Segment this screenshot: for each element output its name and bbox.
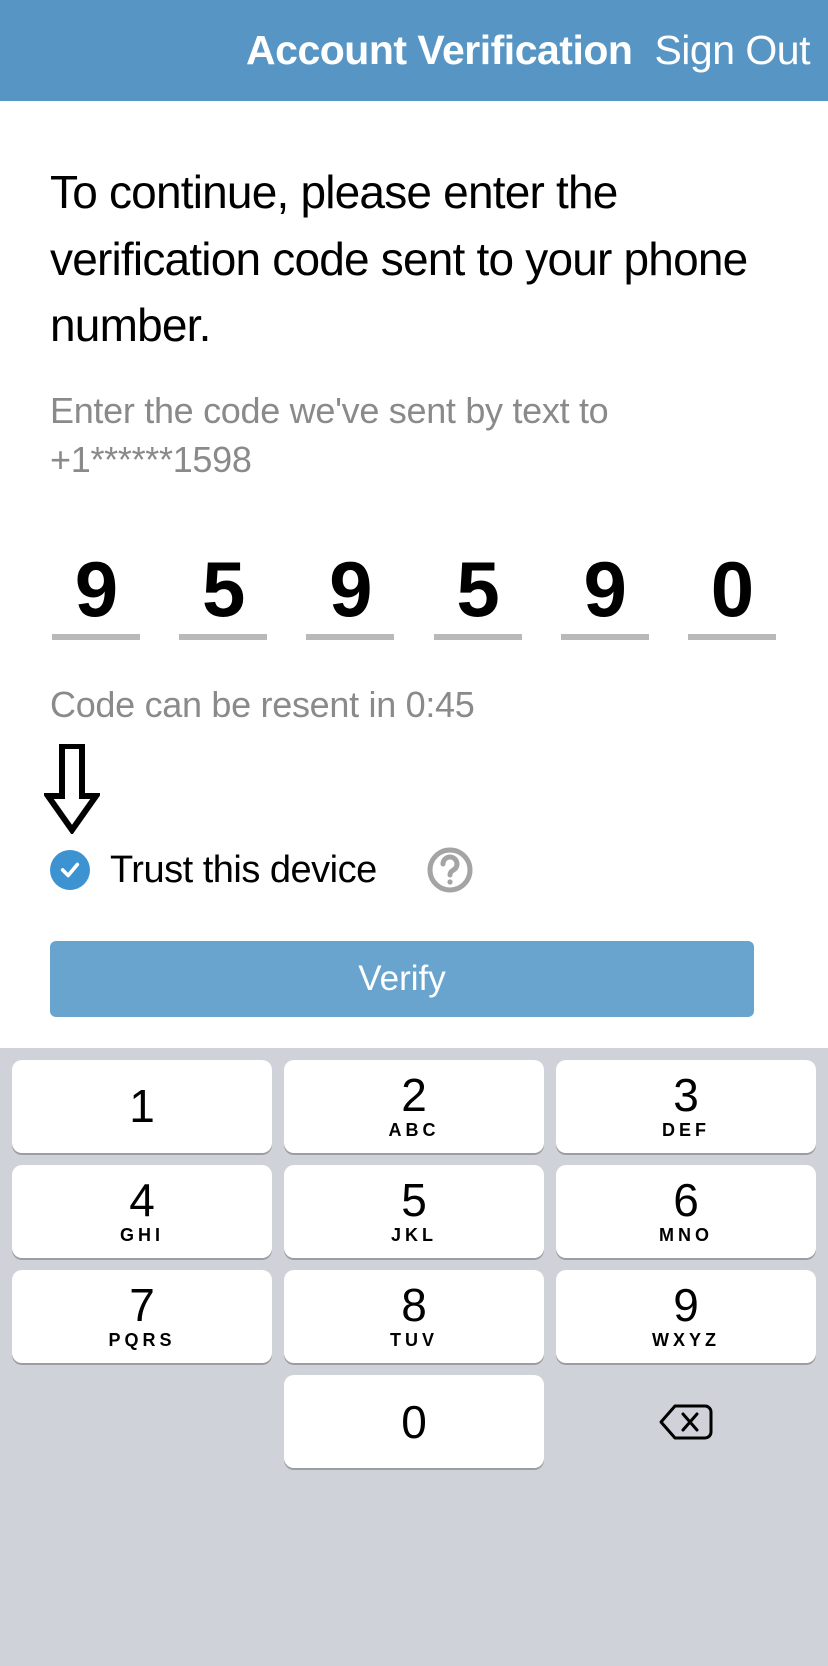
code-input-row: 9 5 9 5 9 0 bbox=[50, 550, 778, 640]
page-title: Account Verification bbox=[246, 27, 632, 74]
keypad-key-0[interactable]: 0 bbox=[284, 1375, 544, 1468]
sent-to-text: Enter the code we've sent by text to +1*… bbox=[50, 387, 778, 484]
trust-device-label: Trust this device bbox=[110, 849, 377, 892]
backspace-icon bbox=[659, 1402, 713, 1442]
keypad-key-7[interactable]: 7 PQRS bbox=[12, 1270, 272, 1363]
keypad-blank bbox=[12, 1375, 272, 1468]
trust-device-row: Trust this device bbox=[50, 847, 778, 893]
code-digit-6[interactable]: 0 bbox=[688, 550, 776, 640]
arrow-down-icon bbox=[44, 744, 778, 839]
keypad-backspace[interactable] bbox=[556, 1375, 816, 1468]
keypad-key-3[interactable]: 3 DEF bbox=[556, 1060, 816, 1153]
verify-button-label: Verify bbox=[358, 959, 446, 999]
trust-device-checkbox[interactable] bbox=[50, 850, 90, 890]
numeric-keypad: 1 2 ABC 3 DEF 4 GHI 5 JKL 6 MNO 7 PQRS 8 bbox=[0, 1048, 828, 1666]
keypad-key-8[interactable]: 8 TUV bbox=[284, 1270, 544, 1363]
code-digit-3[interactable]: 9 bbox=[306, 550, 394, 640]
verify-button[interactable]: Verify bbox=[50, 941, 754, 1017]
checkmark-icon bbox=[59, 859, 81, 881]
keypad-key-6[interactable]: 6 MNO bbox=[556, 1165, 816, 1258]
resend-timer-text: Code can be resent in 0:45 bbox=[50, 684, 778, 726]
help-icon[interactable] bbox=[427, 847, 473, 893]
sign-out-link[interactable]: Sign Out bbox=[654, 27, 810, 74]
code-digit-2[interactable]: 5 bbox=[179, 550, 267, 640]
main-content: To continue, please enter the verificati… bbox=[0, 101, 828, 1017]
keypad-key-5[interactable]: 5 JKL bbox=[284, 1165, 544, 1258]
code-digit-5[interactable]: 9 bbox=[561, 550, 649, 640]
header-bar: Account Verification Sign Out bbox=[0, 0, 828, 101]
instruction-text: To continue, please enter the verificati… bbox=[50, 159, 778, 359]
keypad-key-1[interactable]: 1 bbox=[12, 1060, 272, 1153]
keypad-key-9[interactable]: 9 WXYZ bbox=[556, 1270, 816, 1363]
keypad-grid: 1 2 ABC 3 DEF 4 GHI 5 JKL 6 MNO 7 PQRS 8 bbox=[12, 1060, 816, 1363]
keypad-key-4[interactable]: 4 GHI bbox=[12, 1165, 272, 1258]
code-digit-1[interactable]: 9 bbox=[52, 550, 140, 640]
code-digit-4[interactable]: 5 bbox=[434, 550, 522, 640]
keypad-key-2[interactable]: 2 ABC bbox=[284, 1060, 544, 1153]
